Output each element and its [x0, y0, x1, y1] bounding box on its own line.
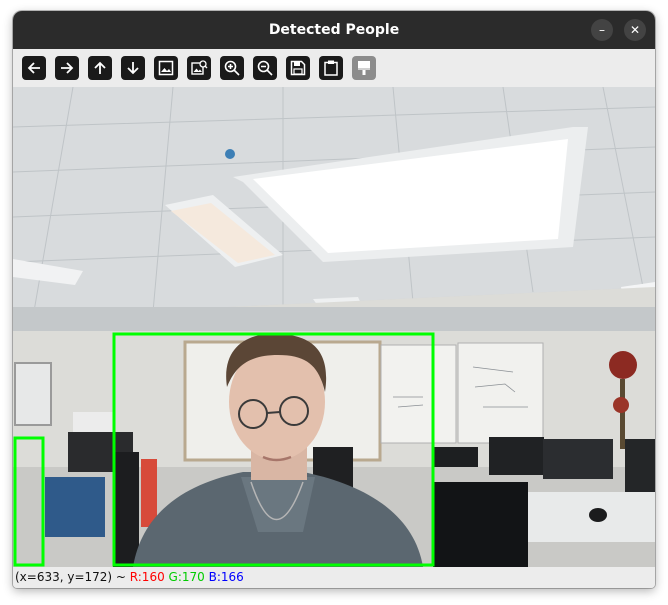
monitor: [489, 437, 544, 475]
zoom-in-button[interactable]: [220, 56, 244, 80]
arrow-left-icon: [27, 62, 40, 74]
sensor: [225, 149, 235, 159]
zoom-in-icon: [224, 60, 240, 76]
title-bar[interactable]: Detected People – ✕: [13, 11, 655, 49]
save-icon: [290, 60, 306, 76]
clipboard-icon: [324, 60, 338, 76]
image-zoom-icon: [191, 60, 208, 75]
pan-up-button[interactable]: [88, 56, 112, 80]
window-title: Detected People: [268, 22, 400, 38]
save-button[interactable]: [286, 56, 310, 80]
arrow-down-icon: [127, 62, 139, 75]
office-chair: [433, 482, 528, 567]
arrow-up-icon: [94, 61, 106, 74]
pan-down-button[interactable]: [121, 56, 145, 80]
minimize-button[interactable]: –: [591, 19, 613, 41]
toolbar: [13, 49, 655, 87]
pixel-red-value: R:160: [129, 570, 165, 584]
camera-frame: [13, 87, 655, 567]
pixel-green-value: G:170: [168, 570, 205, 584]
zoom-original-button[interactable]: [187, 56, 211, 80]
arrow-right-icon: [61, 62, 74, 74]
status-bar: (x=633, y=172) ~ R:160 G:170 B:166: [13, 567, 655, 588]
image-icon: [158, 60, 174, 76]
properties-button[interactable]: [352, 56, 376, 80]
cursor-coordinates: (x=633, y=172) ~: [15, 570, 130, 584]
zoom-out-icon: [257, 60, 273, 76]
zoom-fit-button[interactable]: [154, 56, 178, 80]
properties-icon: [358, 61, 370, 75]
pixel-blue-value: B:166: [208, 570, 244, 584]
image-viewer-window: Detected People – ✕ (x=633, y=172) ~ R:1…: [13, 11, 655, 588]
zoom-out-button[interactable]: [253, 56, 277, 80]
image-view[interactable]: [13, 87, 655, 567]
pan-left-button[interactable]: [22, 56, 46, 80]
whiteboard-right: [457, 342, 544, 444]
pan-right-button[interactable]: [55, 56, 79, 80]
copy-clipboard-button[interactable]: [319, 56, 343, 80]
close-button[interactable]: ✕: [624, 19, 646, 41]
